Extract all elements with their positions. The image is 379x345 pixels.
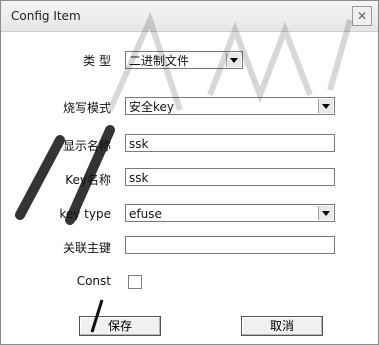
type-label: 类 型 <box>83 54 111 68</box>
dropdown-arrow-icon <box>318 99 333 113</box>
cancel-button-label: 取消 <box>269 319 294 333</box>
display-name-input[interactable]: ssk <box>125 134 335 152</box>
primary-key-label: 关联主键 <box>62 241 111 255</box>
close-button[interactable]: ✕ <box>352 6 372 26</box>
display-name-label: 显示名称 <box>62 139 111 153</box>
key-type-select[interactable]: efuse <box>125 204 335 222</box>
save-button-label: 保存 <box>107 319 132 333</box>
const-checkbox[interactable] <box>128 275 142 289</box>
key-type-value: efuse <box>129 207 162 221</box>
burn-mode-value: 安全key <box>129 100 175 114</box>
key-name-label: Key名称 <box>65 173 111 187</box>
close-icon: ✕ <box>356 9 368 23</box>
dropdown-arrow-icon <box>318 206 333 220</box>
type-select[interactable]: 二进制文件 <box>125 51 243 69</box>
primary-key-input[interactable] <box>125 236 335 254</box>
type-value: 二进制文件 <box>129 54 190 68</box>
dropdown-arrow-icon <box>226 53 241 67</box>
title-bar: Config Item ✕ <box>1 1 378 32</box>
cancel-button[interactable]: 取消 <box>241 316 323 336</box>
save-button[interactable]: 保存 <box>79 316 161 336</box>
display-name-value: ssk <box>129 137 149 151</box>
burn-mode-select[interactable]: 安全key <box>125 97 335 115</box>
burn-mode-label: 烧写模式 <box>62 101 111 115</box>
key-name-input[interactable]: ssk <box>125 168 335 186</box>
key-type-label: key type <box>59 207 111 221</box>
config-item-dialog: Config Item ✕ 类 型 二进制文件 烧写模式 安全key 显示名称 … <box>0 0 379 345</box>
key-name-value: ssk <box>129 171 149 185</box>
const-label: Const <box>76 274 111 288</box>
dialog-title: Config Item <box>11 9 81 23</box>
